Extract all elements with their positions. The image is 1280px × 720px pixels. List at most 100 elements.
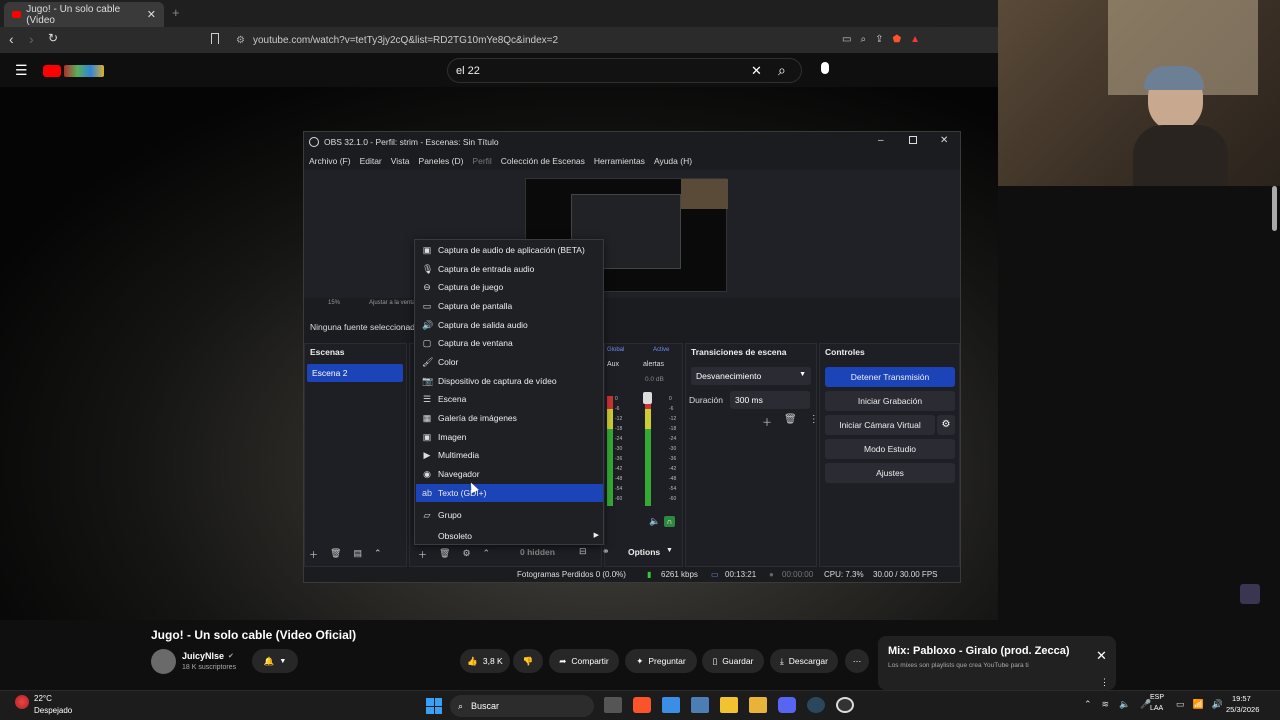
menu-item-text-gdi[interactable]: ab Texto (GDI+) bbox=[416, 484, 603, 502]
menu-editar[interactable]: Editar bbox=[360, 156, 382, 166]
menu-ayuda[interactable]: Ayuda (H) bbox=[654, 156, 692, 166]
obs-taskbar-icon[interactable] bbox=[836, 697, 854, 713]
task-view-icon[interactable] bbox=[604, 697, 622, 713]
brave-shield-icon[interactable]: ⬟ bbox=[892, 34, 901, 45]
reload-icon[interactable]: ↻ bbox=[48, 31, 58, 45]
add-transition-icon[interactable]: ＋ bbox=[762, 414, 772, 429]
transition-more-icon[interactable]: ⋮ bbox=[809, 414, 819, 429]
channel-avatar[interactable] bbox=[151, 649, 176, 674]
start-virtual-camera-button[interactable]: Iniciar Cámara Virtual bbox=[825, 415, 935, 435]
dislike-button[interactable]: 👎 bbox=[513, 649, 543, 673]
channel-name[interactable]: JuicyNlse bbox=[182, 651, 224, 661]
subscribe-bell-button[interactable]: 🔔 ▼ bbox=[252, 649, 298, 673]
settings-button[interactable]: Ajustes bbox=[825, 463, 955, 483]
delete-scene-icon[interactable]: 🗑 bbox=[330, 548, 341, 561]
notepad-icon[interactable] bbox=[662, 697, 680, 713]
close-mix-icon[interactable]: ✕ bbox=[1096, 648, 1107, 664]
taskbar-search[interactable]: ⌕ Buscar bbox=[450, 695, 594, 717]
menu-item-screen-capture[interactable]: ▭ Captura de pantalla bbox=[416, 297, 603, 315]
calculator-icon[interactable] bbox=[691, 697, 709, 713]
voice-search-icon[interactable] bbox=[821, 62, 829, 74]
mixer-link-icon[interactable]: ⚭ bbox=[602, 546, 610, 557]
search-icon[interactable]: ⌕ bbox=[778, 62, 786, 79]
menu-item-window-capture[interactable]: ▢ Captura de ventana bbox=[416, 334, 603, 352]
menu-item-video-device[interactable]: 📷 Dispositivo de captura de vídeo bbox=[416, 372, 603, 390]
share-button[interactable]: ➦ Compartir bbox=[549, 649, 619, 673]
obs-preview[interactable]: 15% Ajustar a la ventana bbox=[304, 170, 960, 306]
pencil-app-icon[interactable] bbox=[720, 697, 738, 713]
minimize-icon[interactable]: – bbox=[878, 135, 884, 146]
forward-icon[interactable]: › bbox=[29, 31, 34, 47]
delete-transition-icon[interactable]: 🗑 bbox=[784, 414, 797, 429]
source-settings-icon[interactable]: ⚙ bbox=[462, 548, 470, 561]
transition-select[interactable]: Desvanecimiento ▼ bbox=[691, 367, 811, 385]
menu-perfil[interactable]: Perfil bbox=[472, 156, 491, 166]
menu-item-image[interactable]: ▣ Imagen bbox=[416, 428, 603, 446]
virtual-camera-settings-icon[interactable]: ⚙ bbox=[937, 415, 955, 435]
tray-wifi-icon[interactable]: ≋ bbox=[1102, 699, 1110, 710]
maximize-icon[interactable] bbox=[909, 136, 917, 144]
mute-icon[interactable]: 🔈 bbox=[649, 516, 660, 527]
search-input[interactable]: el 22 bbox=[447, 58, 802, 83]
menu-item-deprecated[interactable]: Obsoleto ▶ bbox=[416, 527, 603, 545]
back-icon[interactable]: ‹ bbox=[9, 31, 14, 47]
menu-item-scene[interactable]: ☰ Escena bbox=[416, 390, 603, 408]
options-button[interactable]: Options bbox=[628, 547, 660, 557]
brave-rewards-icon[interactable]: ▲ bbox=[910, 34, 920, 45]
menu-paneles[interactable]: Paneles (D) bbox=[419, 156, 464, 166]
menu-item-group[interactable]: ▱ Grupo bbox=[416, 506, 603, 524]
zoom-level[interactable]: 15% bbox=[328, 300, 340, 306]
menu-item-media[interactable]: ▶ Multimedia bbox=[416, 446, 603, 464]
more-actions-button[interactable]: ⋯ bbox=[845, 649, 869, 673]
options-chevron-icon[interactable]: ▼ bbox=[666, 547, 673, 554]
mix-card[interactable]: Mix: Pabloxo - Giralo (prod. Zecca) Los … bbox=[878, 636, 1116, 690]
scene-filter-icon[interactable]: ▤ bbox=[353, 548, 362, 561]
tray-chevron-icon[interactable]: ⌃ bbox=[1084, 699, 1092, 710]
volume-fader[interactable] bbox=[643, 392, 652, 404]
menu-item-image-gallery[interactable]: ▦ Galería de imágenes bbox=[416, 409, 603, 427]
zoom-icon[interactable]: ⌕ bbox=[860, 34, 866, 45]
start-button[interactable] bbox=[426, 698, 442, 714]
mix-thumbnail-icon[interactable] bbox=[1240, 584, 1260, 604]
bookmark-icon[interactable] bbox=[211, 33, 219, 44]
new-tab-button[interactable]: + bbox=[172, 5, 180, 20]
obs-titlebar[interactable]: OBS 32.1.0 - Perfil: strim - Escenas: Si… bbox=[304, 132, 960, 152]
save-button[interactable]: ▯ Guardar bbox=[702, 649, 764, 673]
like-button[interactable]: 👍 3,8 K bbox=[460, 649, 510, 673]
stop-streaming-button[interactable]: Detener Transmisión bbox=[825, 367, 955, 387]
volume-icon[interactable]: 🔊 bbox=[1212, 699, 1223, 710]
tray-speaker-icon[interactable]: 🔈 bbox=[1119, 699, 1130, 710]
monitor-headphones-icon[interactable]: ∩ bbox=[664, 516, 675, 527]
mixer-layout-icon[interactable]: ⊟ bbox=[579, 546, 587, 557]
sidebar-scrollbar[interactable] bbox=[1272, 186, 1277, 231]
ask-button[interactable]: ✦ Preguntar bbox=[625, 649, 697, 673]
menu-herramientas[interactable]: Herramientas bbox=[594, 156, 645, 166]
menu-icon[interactable]: ☰ bbox=[15, 62, 28, 79]
close-tab-icon[interactable]: ✕ bbox=[147, 8, 156, 21]
delete-source-icon[interactable]: 🗑 bbox=[439, 548, 450, 561]
menu-item-game-capture[interactable]: ⊖ Captura de juego bbox=[416, 278, 603, 296]
menu-coleccion[interactable]: Colección de Escenas bbox=[501, 156, 585, 166]
studio-mode-button[interactable]: Modo Estudio bbox=[825, 439, 955, 459]
clock-date[interactable]: 25/3/2026 bbox=[1226, 705, 1259, 714]
mix-more-icon[interactable]: ⋮ bbox=[1100, 677, 1109, 688]
browser-tab[interactable]: Jugo! - Un solo cable (Video ✕ bbox=[4, 2, 164, 27]
steam-icon[interactable] bbox=[807, 697, 825, 713]
move-up-icon[interactable]: ⌃ bbox=[374, 548, 382, 561]
scene-item-selected[interactable]: Escena 2 bbox=[307, 364, 403, 382]
explorer-icon[interactable] bbox=[749, 697, 767, 713]
download-button[interactable]: ⤓ Descargar bbox=[770, 649, 838, 673]
network-icon[interactable]: 📶 bbox=[1193, 699, 1204, 710]
brave-icon[interactable] bbox=[633, 697, 651, 713]
add-scene-icon[interactable]: ＋ bbox=[309, 548, 318, 561]
menu-archivo[interactable]: Archivo (F) bbox=[309, 156, 351, 166]
menu-item-app-audio[interactable]: ▣ Captura de audio de aplicación (BETA) bbox=[416, 241, 603, 259]
duration-input[interactable]: 300 ms bbox=[730, 391, 810, 409]
start-recording-button[interactable]: Iniciar Grabación bbox=[825, 391, 955, 411]
cast-icon[interactable]: ▭ bbox=[842, 34, 851, 45]
source-up-icon[interactable]: ⌃ bbox=[483, 548, 491, 561]
menu-item-audio-input[interactable]: 🎙 Captura de entrada audio bbox=[416, 260, 603, 278]
menu-item-browser[interactable]: ◉ Navegador bbox=[416, 465, 603, 483]
add-source-icon[interactable]: ＋ bbox=[418, 548, 427, 561]
clear-search-icon[interactable]: ✕ bbox=[751, 63, 762, 79]
